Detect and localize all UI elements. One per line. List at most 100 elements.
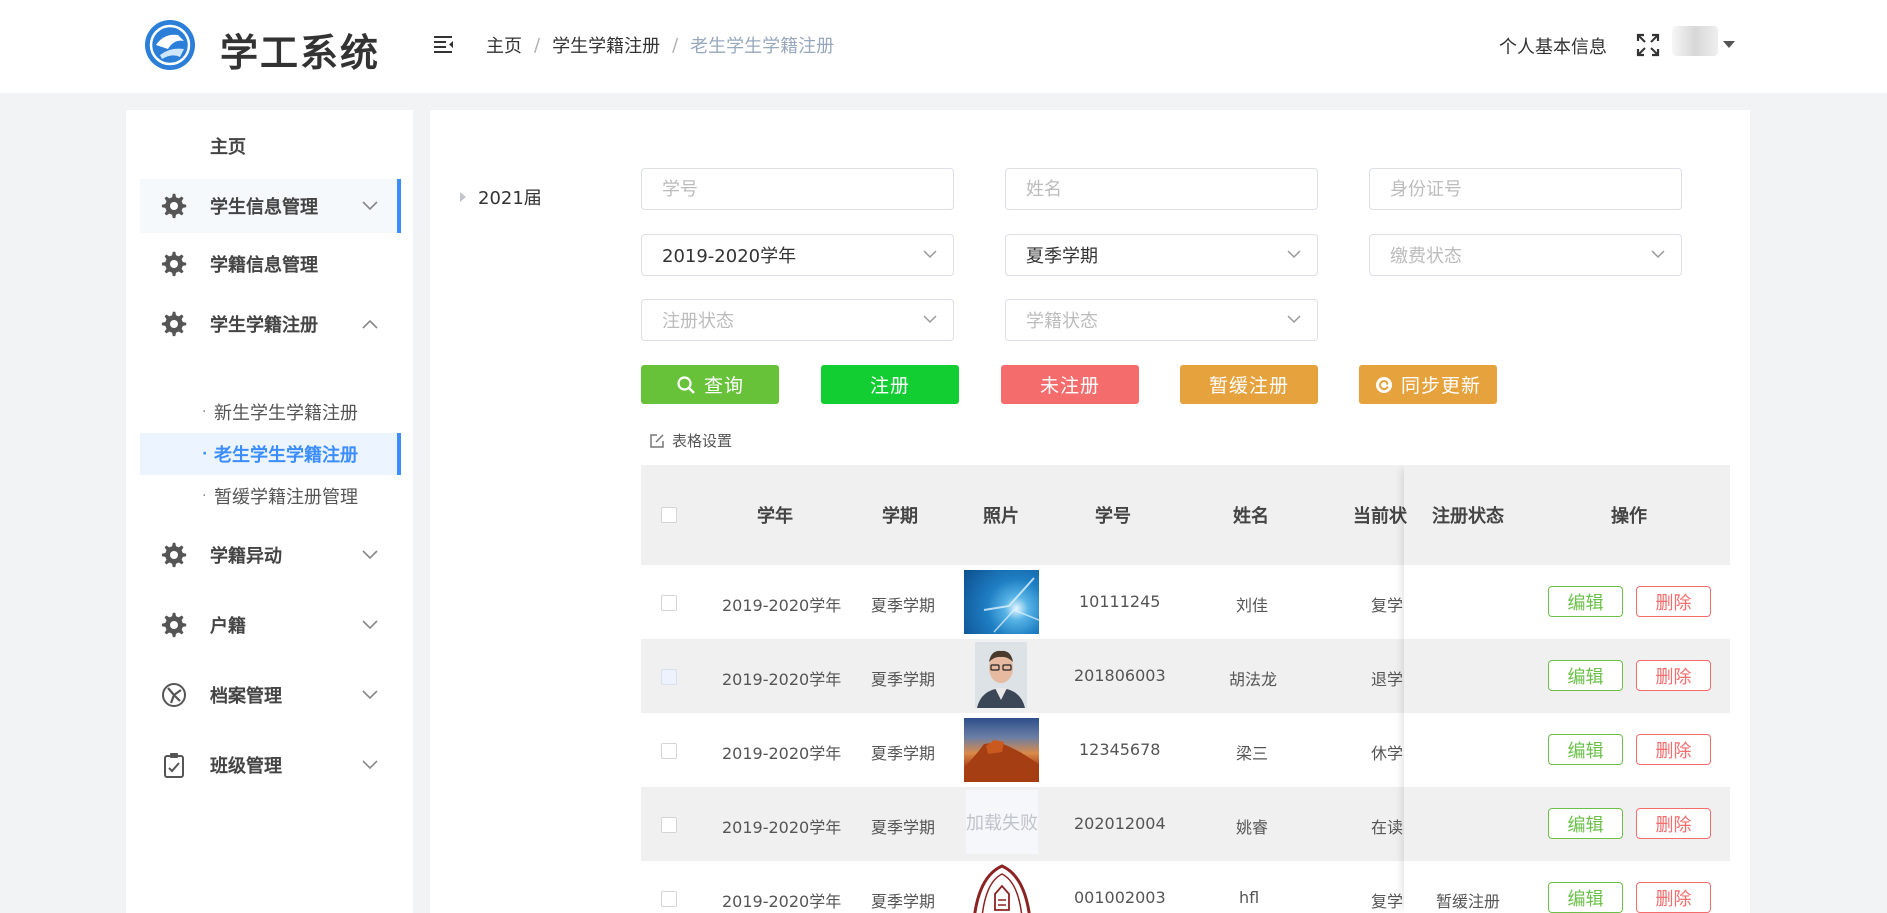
main-content: 2021届 2019-2020学年 夏季学期 缴费状态 注册状态 学籍状态 查询 bbox=[430, 110, 1750, 913]
student-table: 学年 学期 照片 学号 姓名 当前状 注册状态 操作 2019-2020学年 夏… bbox=[641, 465, 1730, 913]
cell-semester: 夏季学期 bbox=[871, 892, 936, 911]
column-header-current-status: 当前状 bbox=[1353, 506, 1407, 527]
row-checkbox[interactable] bbox=[661, 891, 677, 907]
sidebar-item-label: 班级管理 bbox=[210, 756, 282, 777]
sidebar-item-student-registration[interactable]: 学生学籍注册 bbox=[140, 297, 401, 351]
search-icon bbox=[677, 375, 695, 394]
table-row: 2019-2020学年 夏季学期 201806003 胡法龙 退学 编辑 删除 bbox=[641, 639, 1730, 713]
name-field[interactable] bbox=[1005, 168, 1318, 210]
school-year-select[interactable]: 2019-2020学年 bbox=[641, 234, 954, 276]
chevron-down-icon bbox=[362, 760, 378, 770]
sidebar-item-archive[interactable]: 档案管理 bbox=[140, 668, 401, 722]
payment-status-select[interactable]: 缴费状态 bbox=[1369, 234, 1682, 276]
column-header-year: 学年 bbox=[757, 506, 793, 527]
cell-name: 胡法龙 bbox=[1229, 670, 1278, 689]
defer-register-button[interactable]: 暂缓注册 bbox=[1180, 365, 1318, 404]
chevron-down-icon bbox=[362, 550, 378, 560]
sidebar-item-label: 学籍异动 bbox=[210, 546, 282, 567]
sidebar-item-label: 主页 bbox=[210, 137, 246, 158]
delete-button[interactable]: 删除 bbox=[1636, 734, 1711, 765]
gear-icon bbox=[161, 542, 187, 568]
unregistered-button-label: 未注册 bbox=[1039, 375, 1100, 397]
unregistered-button[interactable]: 未注册 bbox=[1001, 365, 1139, 404]
column-header-student-no: 学号 bbox=[1095, 506, 1131, 527]
student-no-field[interactable] bbox=[641, 168, 954, 210]
delete-button[interactable]: 删除 bbox=[1636, 808, 1711, 839]
breadcrumb-registration[interactable]: 学生学籍注册 bbox=[552, 32, 660, 58]
sidebar-item-household[interactable]: 户籍 bbox=[140, 598, 401, 652]
edit-button[interactable]: 编辑 bbox=[1548, 734, 1623, 765]
avatar[interactable] bbox=[1672, 26, 1718, 56]
sidebar-item-label: 户籍 bbox=[210, 616, 246, 637]
student-photo bbox=[964, 570, 1039, 634]
row-checkbox[interactable] bbox=[661, 817, 677, 833]
cell-student-no: 001002003 bbox=[1074, 888, 1166, 907]
cell-register-status: 暂缓注册 bbox=[1436, 892, 1501, 911]
name-input[interactable] bbox=[1026, 178, 1306, 200]
archive-icon bbox=[162, 683, 186, 707]
column-header-name: 姓名 bbox=[1233, 506, 1269, 527]
table-header: 学年 学期 照片 学号 姓名 当前状 注册状态 操作 bbox=[641, 465, 1730, 565]
table-settings-link[interactable]: 表格设置 bbox=[648, 430, 732, 451]
row-checkbox[interactable] bbox=[661, 595, 677, 611]
chevron-down-icon bbox=[923, 250, 937, 259]
register-button[interactable]: 注册 bbox=[821, 365, 959, 404]
query-button[interactable]: 查询 bbox=[641, 365, 779, 404]
fullscreen-icon[interactable] bbox=[1636, 33, 1660, 57]
student-photo bbox=[964, 718, 1039, 782]
cell-student-no: 10111245 bbox=[1079, 592, 1161, 611]
cell-current-status: 退学 bbox=[1371, 670, 1404, 689]
payment-status-placeholder: 缴费状态 bbox=[1390, 246, 1462, 267]
sidebar-subitem-old-student-registration[interactable]: · 老生学生学籍注册 bbox=[140, 433, 401, 475]
row-checkbox[interactable] bbox=[661, 669, 677, 685]
sidebar-subitem-label: 老生学生学籍注册 bbox=[214, 445, 358, 466]
edit-button[interactable]: 编辑 bbox=[1548, 660, 1623, 691]
sidebar: 主页 学生信息管理 学籍信息管理 学生学籍注册 · 新生学生学籍注册 · 老生学… bbox=[126, 110, 413, 913]
chevron-down-icon bbox=[1287, 315, 1301, 324]
delete-button[interactable]: 删除 bbox=[1636, 660, 1711, 691]
delete-button[interactable]: 删除 bbox=[1636, 586, 1711, 617]
id-card-input[interactable] bbox=[1390, 178, 1670, 200]
cell-year: 2019-2020学年 bbox=[722, 892, 842, 911]
breadcrumb-home[interactable]: 主页 bbox=[486, 32, 522, 58]
tree-node-class-of-2021[interactable]: 2021届 bbox=[460, 184, 542, 210]
delete-button[interactable]: 删除 bbox=[1636, 882, 1711, 913]
cell-semester: 夏季学期 bbox=[871, 818, 936, 837]
cell-current-status: 复学 bbox=[1371, 892, 1404, 911]
sidebar-item-label: 学生信息管理 bbox=[210, 197, 318, 218]
register-status-placeholder: 注册状态 bbox=[662, 311, 734, 332]
sidebar-subitem-new-student-registration[interactable]: · 新生学生学籍注册 bbox=[140, 391, 401, 433]
user-dropdown-caret-icon[interactable] bbox=[1723, 41, 1735, 48]
edit-button[interactable]: 编辑 bbox=[1548, 586, 1623, 617]
cell-name: 梁三 bbox=[1236, 744, 1269, 763]
sidebar-item-enrollment-info[interactable]: 学籍信息管理 bbox=[140, 237, 401, 291]
edit-button[interactable]: 编辑 bbox=[1548, 808, 1623, 839]
sidebar-item-home[interactable]: 主页 bbox=[140, 119, 401, 173]
sidebar-item-student-info[interactable]: 学生信息管理 bbox=[140, 179, 401, 233]
select-all-checkbox[interactable] bbox=[661, 507, 677, 523]
student-photo bbox=[975, 642, 1027, 708]
refresh-icon bbox=[1375, 376, 1392, 393]
enroll-status-select[interactable]: 学籍状态 bbox=[1005, 299, 1318, 341]
cell-current-status: 休学 bbox=[1371, 744, 1404, 763]
sidebar-subitem-deferred-registration[interactable]: · 暂缓学籍注册管理 bbox=[140, 475, 401, 517]
column-header-register-status: 注册状态 bbox=[1432, 506, 1504, 527]
sync-update-button[interactable]: 同步更新 bbox=[1359, 365, 1497, 404]
gear-icon bbox=[161, 311, 187, 337]
defer-register-button-label: 暂缓注册 bbox=[1208, 375, 1289, 397]
profile-link[interactable]: 个人基本信息 bbox=[1499, 33, 1607, 59]
cell-name: 刘佳 bbox=[1236, 596, 1269, 615]
edit-button[interactable]: 编辑 bbox=[1548, 882, 1623, 913]
register-status-select[interactable]: 注册状态 bbox=[641, 299, 954, 341]
id-card-field[interactable] bbox=[1369, 168, 1682, 210]
breadcrumb-separator: / bbox=[672, 34, 679, 56]
sidebar-item-class[interactable]: 班级管理 bbox=[140, 738, 401, 792]
column-header-semester: 学期 bbox=[882, 506, 918, 527]
menu-toggle-icon[interactable] bbox=[432, 32, 456, 56]
sidebar-item-enrollment-change[interactable]: 学籍异动 bbox=[140, 528, 401, 582]
student-no-input[interactable] bbox=[662, 178, 942, 200]
sync-update-button-label: 同步更新 bbox=[1400, 375, 1481, 397]
cell-name: 姚睿 bbox=[1236, 818, 1269, 837]
row-checkbox[interactable] bbox=[661, 743, 677, 759]
semester-select[interactable]: 夏季学期 bbox=[1005, 234, 1318, 276]
